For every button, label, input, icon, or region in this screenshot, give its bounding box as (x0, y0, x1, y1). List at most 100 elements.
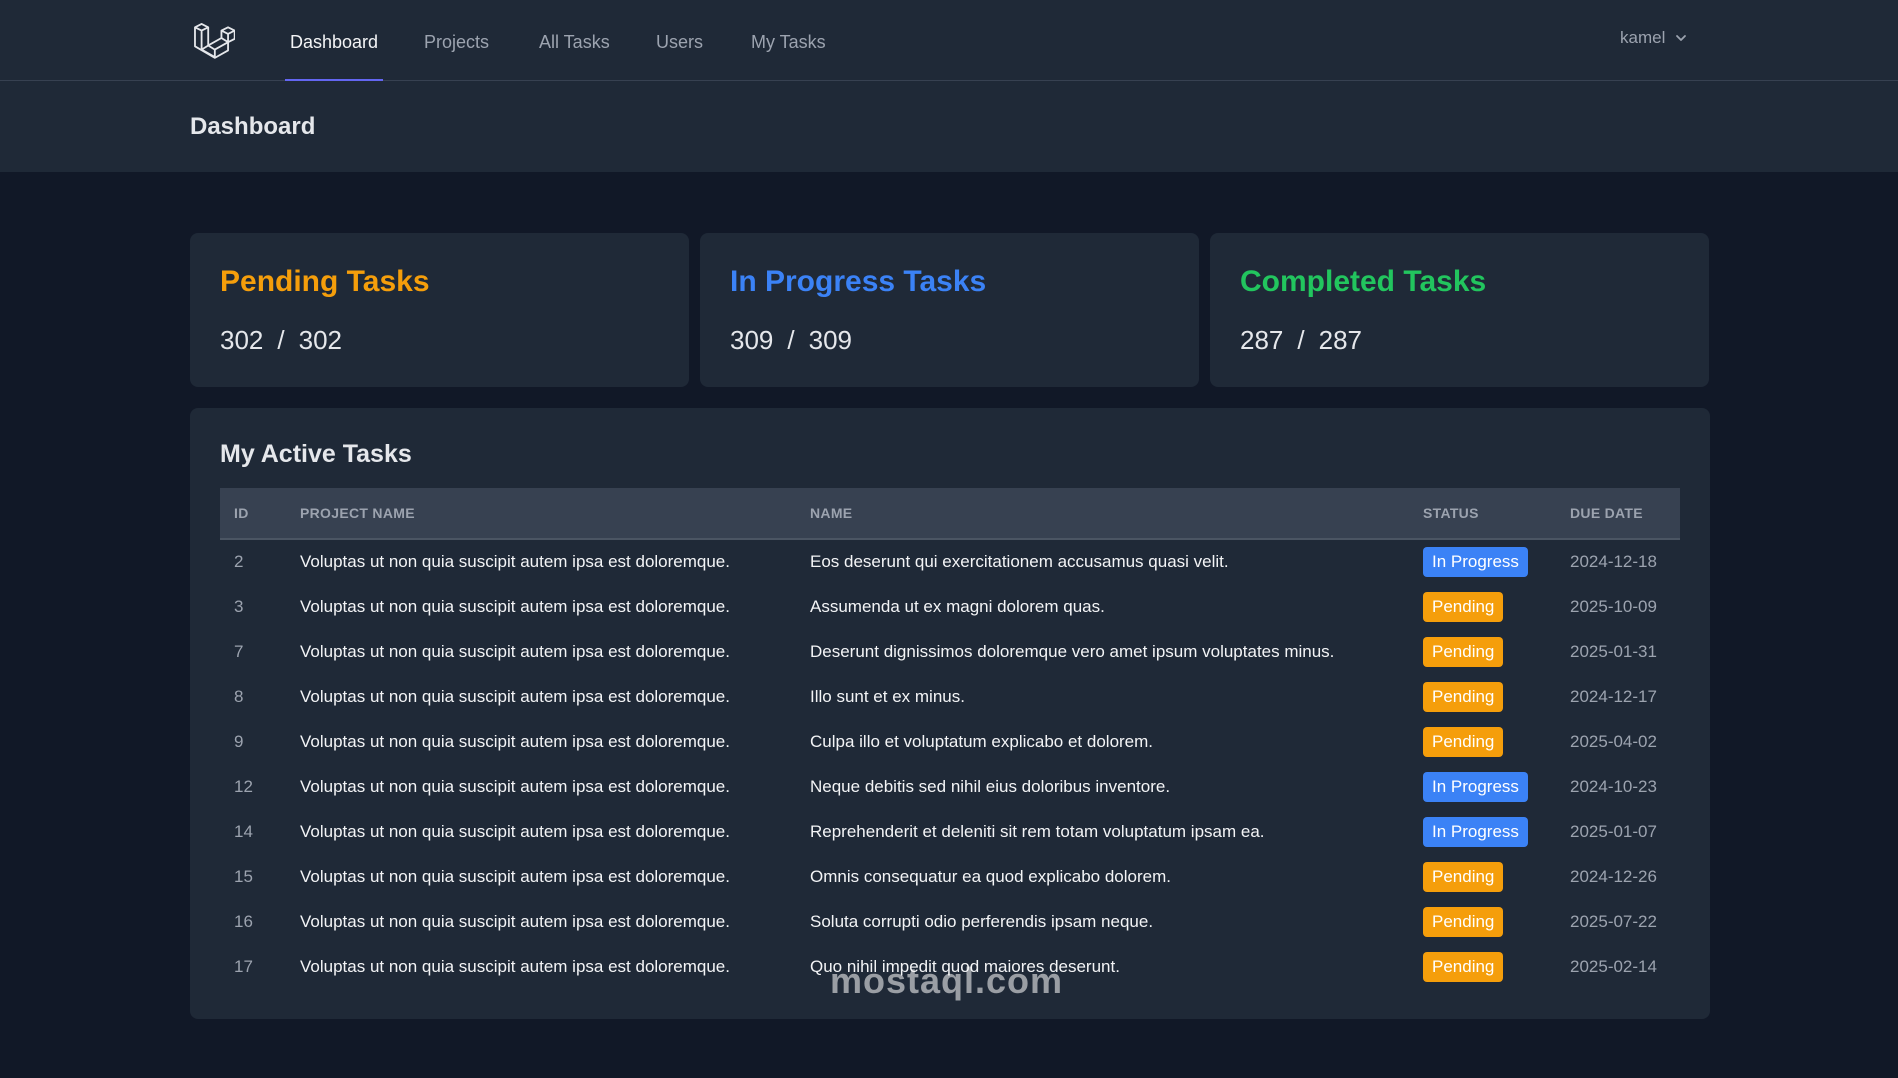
status-badge: In Progress (1423, 816, 1528, 847)
task-name-cell: Neque debitis sed nihil eius doloribus i… (810, 776, 1171, 796)
task-id-cell: 2 (234, 552, 244, 571)
due-date-cell: 2025-02-14 (1570, 956, 1657, 976)
column-header-due-date: Due Date (1570, 505, 1643, 521)
status-badge: In Progress (1423, 771, 1528, 802)
task-name-cell: Assumenda ut ex magni dolorem quas. (810, 596, 1105, 616)
project-name-cell: Voluptas ut non quia suscipit autem ipsa… (300, 866, 730, 886)
chevron-down-icon (1676, 35, 1687, 41)
status-badge: Pending (1423, 951, 1504, 982)
task-id-cell: 14 (234, 821, 253, 841)
nav-link-my-tasks[interactable]: My Tasks (751, 30, 826, 81)
status-cell: Pending (1409, 854, 1556, 899)
status-badge: Pending (1423, 591, 1504, 622)
task-name-cell: Deserunt dignissimos doloremque vero ame… (810, 641, 1335, 661)
stat-count-value: 302 (220, 325, 264, 355)
stat-card-count: 287 / 287 (1240, 325, 1362, 356)
project-name-cell: Voluptas ut non quia suscipit autem ipsa… (300, 641, 730, 661)
status-cell: Pending (1409, 944, 1556, 989)
stat-card-completed: Completed Tasks 287 / 287 (1210, 233, 1709, 387)
status-cell: Pending (1409, 719, 1556, 764)
table-row[interactable]: 14 Voluptas ut non quia suscipit autem ip… (220, 809, 1680, 854)
status-badge: Pending (1423, 636, 1504, 667)
due-date-cell: 2024-12-17 (1570, 686, 1657, 706)
task-id-cell: 16 (234, 911, 253, 931)
due-date-cell: 2025-01-07 (1570, 821, 1657, 841)
nav-link-dashboard[interactable]: Dashboard (284, 30, 384, 81)
active-tasks-title: My Active Tasks (220, 440, 412, 468)
status-cell: In Progress (1409, 539, 1556, 584)
stat-total-value: 302 (298, 325, 343, 355)
task-id-cell: 9 (234, 731, 244, 751)
table-row[interactable]: 3 Voluptas ut non quia suscipit autem ips… (220, 584, 1680, 629)
column-header-name: Name (810, 505, 853, 521)
project-name-cell: Voluptas ut non quia suscipit autem ipsa… (300, 821, 730, 841)
task-name-cell: Soluta corrupti odio perferendis ipsam n… (810, 911, 1154, 931)
stat-card-title: Completed Tasks (1240, 265, 1487, 298)
due-date-cell: 2025-01-31 (1570, 641, 1657, 661)
active-tasks-panel: My Active Tasks ID Project Name Name Sta… (190, 408, 1710, 1019)
watermark: mostaql.com (830, 960, 1064, 1001)
due-date-cell: 2024-10-23 (1570, 776, 1657, 796)
task-name-cell: Illo sunt et ex minus. (810, 686, 965, 706)
table-row[interactable]: 9 Voluptas ut non quia suscipit autem ips… (220, 719, 1680, 764)
due-date-cell: 2025-07-22 (1570, 911, 1657, 931)
task-id-cell: 17 (234, 956, 253, 976)
stat-card-count: 309 / 309 (730, 325, 852, 356)
nav-link-users[interactable]: Users (656, 30, 703, 81)
column-header-id: ID (234, 505, 249, 521)
page-header: Dashboard (0, 81, 1898, 172)
task-name-cell: Reprehenderit et deleniti sit rem totam … (810, 821, 1265, 841)
task-id-cell: 7 (234, 641, 244, 661)
task-id-cell: 3 (234, 596, 244, 616)
table-row[interactable]: 16 Voluptas ut non quia suscipit autem ip… (220, 899, 1680, 944)
table-row[interactable]: 8 Voluptas ut non quia suscipit autem ips… (220, 674, 1680, 719)
stat-count-separator: / (1297, 325, 1305, 355)
status-cell: Pending (1409, 899, 1556, 944)
stat-count-separator: / (277, 325, 285, 355)
table-row[interactable]: 15 Voluptas ut non quia suscipit autem ip… (220, 854, 1680, 899)
stat-card-count: 302 / 302 (220, 325, 342, 356)
nav-link-all-tasks[interactable]: All Tasks (539, 30, 610, 81)
project-name-cell: Voluptas ut non quia suscipit autem ipsa… (300, 956, 730, 976)
task-name-cell: Culpa illo et voluptatum explicabo et do… (810, 731, 1154, 751)
stat-count-separator: / (787, 325, 795, 355)
stat-count-value: 287 (1240, 325, 1284, 355)
table-row[interactable]: 2 Voluptas ut non quia suscipit autem ips… (220, 539, 1680, 584)
column-header-status: Status (1423, 505, 1479, 521)
due-date-cell: 2025-04-02 (1570, 731, 1657, 751)
nav-link-projects[interactable]: Projects (424, 30, 489, 81)
table-row[interactable]: 7 Voluptas ut non quia suscipit autem ips… (220, 629, 1680, 674)
laravel-logo-icon[interactable] (193, 19, 235, 62)
task-name-cell: Eos deserunt qui exercitationem accusamu… (810, 552, 1229, 571)
status-badge: Pending (1423, 681, 1504, 712)
user-menu-dropdown[interactable]: kamel (1620, 28, 1687, 48)
stat-total-value: 287 (1318, 325, 1363, 355)
stat-total-value: 309 (808, 325, 853, 355)
task-id-cell: 15 (234, 866, 253, 886)
status-badge: In Progress (1423, 547, 1528, 577)
column-header-project-name: Project Name (300, 505, 415, 521)
project-name-cell: Voluptas ut non quia suscipit autem ipsa… (300, 776, 730, 796)
status-cell: Pending (1409, 629, 1556, 674)
task-id-cell: 8 (234, 686, 244, 706)
status-badge: Pending (1423, 861, 1504, 892)
task-id-cell: 12 (234, 776, 253, 796)
table-header-row: ID Project Name Name Status Due Date (220, 488, 1680, 539)
status-badge: Pending (1423, 906, 1504, 937)
table-row[interactable]: 12 Voluptas ut non quia suscipit autem ip… (220, 764, 1680, 809)
status-cell: Pending (1409, 584, 1556, 629)
project-name-cell: Voluptas ut non quia suscipit autem ipsa… (300, 686, 730, 706)
active-tasks-table: ID Project Name Name Status Due Date 2 Vo… (220, 488, 1680, 989)
status-cell: Pending (1409, 674, 1556, 719)
due-date-cell: 2024-12-26 (1570, 866, 1657, 886)
project-name-cell: Voluptas ut non quia suscipit autem ipsa… (300, 911, 730, 931)
status-badge: Pending (1423, 726, 1504, 757)
status-cell: In Progress (1409, 809, 1556, 854)
status-cell: In Progress (1409, 764, 1556, 809)
user-name: kamel (1620, 28, 1666, 47)
stat-card-title: In Progress Tasks (730, 265, 987, 298)
stat-card-title: Pending Tasks (220, 265, 430, 298)
due-date-cell: 2024-12-18 (1570, 552, 1657, 571)
stat-card-in-progress: In Progress Tasks 309 / 309 (700, 233, 1199, 387)
due-date-cell: 2025-10-09 (1570, 596, 1657, 616)
